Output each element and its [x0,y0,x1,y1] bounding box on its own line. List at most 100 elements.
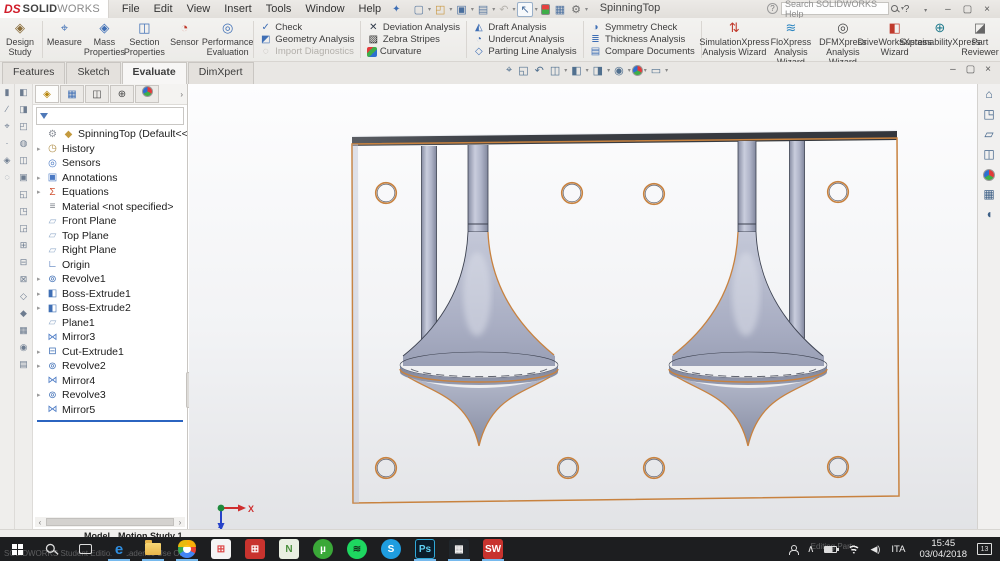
tree-revolve3-expand-icon[interactable]: ▸ [37,391,46,399]
appearances-icon[interactable] [978,164,1000,184]
undercut-analysis-button[interactable]: ◔ Undercut Analysis [472,33,576,45]
print-icon-caret[interactable]: ▾ [492,6,495,13]
menu-item-view[interactable]: View [180,2,218,16]
draft-analysis-button[interactable]: ◭ Draft Analysis [472,21,576,33]
tree-history-expand-icon[interactable]: ▸ [37,145,46,153]
tree-revolve3[interactable]: ▸ ⊚ Revolve3 [33,388,187,403]
search-button[interactable] [34,537,68,561]
tree-root-part[interactable]: ⚙ ◆ SpinningTop (Default<<Default>_Di [33,127,187,142]
close-button[interactable]: × [978,4,996,15]
design-library-icon[interactable]: ◳ [978,104,1000,124]
left-cavity[interactable] [399,145,559,447]
new-document-icon[interactable]: ▢ [412,3,426,16]
open-icon[interactable]: ◰ [433,3,447,16]
view-orientation-icon-caret[interactable]: ▾ [586,67,589,74]
save-icon[interactable]: ▣ [454,3,468,16]
tree-mirror4[interactable]: ⋈ Mirror4 [33,374,187,389]
sensor-button[interactable]: ◔ Sensor [164,18,204,61]
home-icon[interactable]: ⌂ [978,84,1000,104]
print-icon[interactable]: ▤ [476,3,490,16]
restore-button[interactable]: ▢ [957,4,978,15]
help-button[interactable]: ? ▾ [892,4,939,15]
tree-top-plane[interactable]: ▱ Top Plane [33,229,187,244]
tree-equations-expand-icon[interactable]: ▸ [37,188,46,196]
tree-mirror5[interactable]: ⋈ Mirror5 [33,403,187,418]
scroll-right-icon[interactable]: › [175,518,185,527]
save-icon-caret[interactable]: ▾ [471,6,474,13]
tab-evaluate[interactable]: Evaluate [121,62,187,84]
propertymanager-tab[interactable]: ▦ [60,85,84,103]
show-hidden-icons[interactable]: ∧ [807,544,814,555]
wifi-icon[interactable] [847,544,861,554]
tree-boss-extrude2-expand-icon[interactable]: ▸ [37,304,46,312]
tab-sketch[interactable]: Sketch [66,62,121,84]
doc-restore-button[interactable]: ▢ [961,64,980,75]
left-inner-tool-icon-15[interactable]: ◉ [15,339,32,356]
left-inner-tool-icon-5[interactable]: ▣ [15,169,32,186]
task-view-button[interactable] [68,537,102,561]
section-properties-button[interactable]: ◫ Section Properties [124,18,165,61]
feature-tree-filter-input[interactable] [36,107,184,125]
left-inner-tool-icon-3[interactable]: ◍ [15,135,32,152]
left-inner-tool-icon-9[interactable]: ⊞ [15,237,32,254]
left-inner-tool-icon-11[interactable]: ⊠ [15,271,32,288]
compare-documents-button[interactable]: ▤ Compare Documents [589,46,695,58]
scroll-thumb[interactable] [46,518,174,526]
display-style-icon-caret[interactable]: ▾ [607,67,610,74]
left-inner-tool-icon-4[interactable]: ◫ [15,152,32,169]
edit-appearance-icon-caret[interactable]: ▾ [644,67,647,74]
scroll-left-icon[interactable]: ‹ [35,518,45,527]
menu-item-file[interactable]: File [115,2,147,16]
custom-properties-icon[interactable]: ▦ [978,184,1000,204]
tab-features[interactable]: Features [2,62,66,84]
measure-button[interactable]: ⌖ Measure [44,18,84,61]
start-button[interactable] [0,537,34,561]
select-arrow-icon-caret[interactable]: ▾ [535,6,538,13]
view-palette-icon[interactable]: ◫ [978,144,1000,164]
people-tray-icon[interactable] [789,544,800,555]
part-reviewer-button[interactable]: ◪ Part Reviewer [960,18,1000,61]
doc-close-button[interactable]: × [980,64,996,75]
tree-revolve2-expand-icon[interactable]: ▸ [37,362,46,370]
tree-revolve1[interactable]: ▸ ⊚ Revolve1 [33,272,187,287]
left-inner-tool-icon-6[interactable]: ◱ [15,186,32,203]
menu-item-edit[interactable]: Edit [147,2,180,16]
tree-equations[interactable]: ▸ Σ Equations [33,185,187,200]
menu-item-window[interactable]: Window [298,2,351,16]
left-inner-tool-icon-13[interactable]: ◆ [15,305,32,322]
undo-icon-caret[interactable]: ▾ [512,6,515,13]
configurationmanager-tab[interactable]: ◫ [85,85,109,103]
pin-menu-icon[interactable]: ✦ [392,4,400,15]
symmetry-check-button[interactable]: ◑ Symmetry Check [589,21,695,33]
edit-appearance-icon[interactable] [631,65,643,76]
menu-item-tools[interactable]: Tools [259,2,299,16]
feature-tree-hscrollbar[interactable]: ‹ › [35,517,185,527]
tree-cut-extrude1-expand-icon[interactable]: ▸ [37,348,46,356]
action-center-icon[interactable]: 13 [977,543,992,555]
tree-mirror3[interactable]: ⋈ Mirror3 [33,330,187,345]
tree-material[interactable]: ≡ Material <not specified> [33,200,187,215]
simulationxpress-button[interactable]: ⇅ SimulationXpress Analysis Wizard [699,18,769,61]
left-inner-tool-icon-7[interactable]: ◳ [15,203,32,220]
tree-revolve2[interactable]: ▸ ⊚ Revolve2 [33,359,187,374]
tree-cut-extrude1[interactable]: ▸ ⊟ Cut-Extrude1 [33,345,187,360]
left-inner-tool-icon-0[interactable]: ◧ [15,84,32,101]
help-search-input[interactable]: Search SOLIDWORKS Help [780,0,889,19]
open-icon-caret[interactable]: ▾ [449,6,452,13]
minimize-button[interactable]: – [939,4,957,15]
file-explorer-icon[interactable] [136,537,170,561]
tree-plane1[interactable]: ▱ Plane1 [33,316,187,331]
forum-icon[interactable]: ◖ [978,204,1000,224]
menu-item-insert[interactable]: Insert [217,2,259,16]
tree-annotations-expand-icon[interactable]: ▸ [37,174,46,182]
photos-icon[interactable]: ▦ [442,537,476,561]
rollback-bar[interactable] [37,420,183,422]
tree-boss-extrude1[interactable]: ▸ ◧ Boss-Extrude1 [33,287,187,302]
spotify-icon[interactable]: ≋ [340,537,374,561]
doc-minimize-button[interactable]: – [945,64,961,75]
tree-boss-extrude2[interactable]: ▸ ◧ Boss-Extrude2 [33,301,187,316]
solidworks-icon[interactable]: SW [476,537,510,561]
chrome-icon[interactable] [170,537,204,561]
utorrent-icon[interactable]: µ [306,537,340,561]
left-outer-tool-icon-0[interactable]: ▮ [0,84,14,101]
